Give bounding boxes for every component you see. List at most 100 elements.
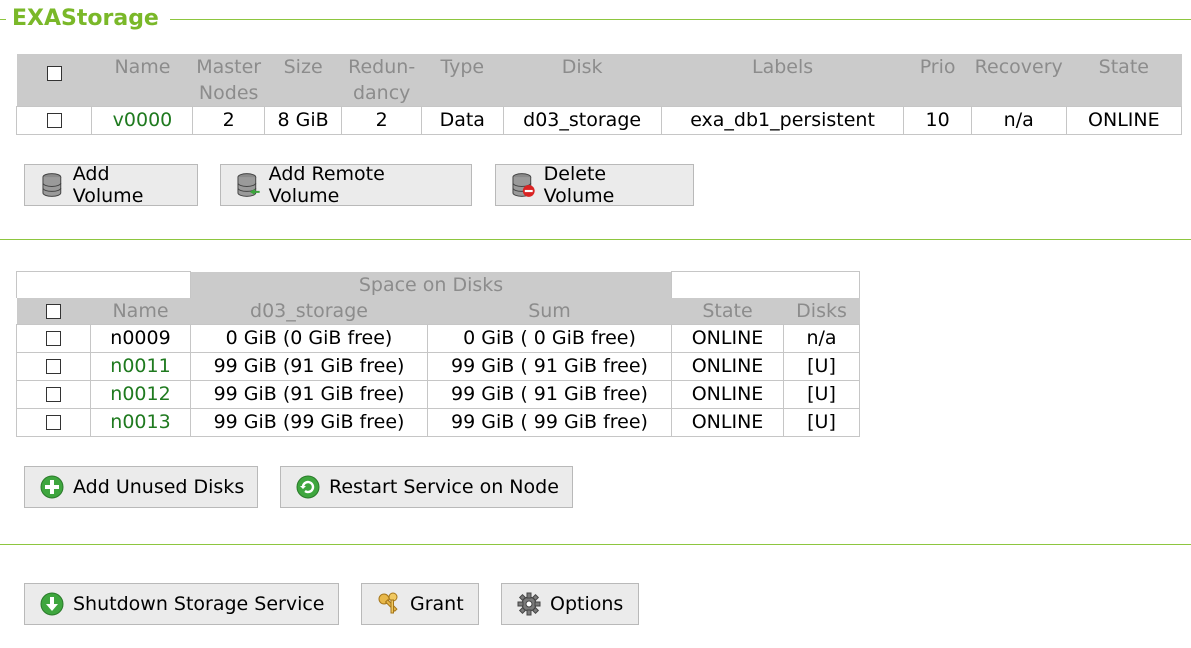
col-header-name: Name	[91, 54, 193, 107]
col-header-redundancy-line1: Redun-	[348, 56, 416, 78]
node-col-header-d03: d03_storage	[190, 297, 428, 324]
node-d03-space: 99 GiB (91 GiB free)	[190, 379, 428, 409]
gear-icon	[517, 592, 541, 616]
space-on-disks-caption: Space on Disks	[190, 271, 672, 298]
col-header-labels: Labels	[661, 54, 904, 107]
node-col-header-name: Name	[90, 297, 191, 324]
add-remote-volume-button[interactable]: Add Remote Volume	[220, 163, 472, 207]
legend-line-left	[0, 19, 6, 20]
add-volume-button[interactable]: Add Volume	[24, 163, 198, 207]
col-header-type: Type	[421, 54, 504, 107]
node-col-header-sum: Sum	[427, 297, 672, 324]
add-remote-volume-label: Add Remote Volume	[268, 163, 385, 207]
volume-labels: exa_db1_persistent	[660, 106, 905, 135]
volume-recovery: n/a	[970, 106, 1067, 135]
node-col-header-disks: Disks	[783, 297, 860, 324]
separator-1	[0, 239, 1191, 240]
select-all-nodes-checkbox[interactable]	[46, 303, 61, 319]
nodes-table: Space on Disks Name d03_storage Sum Stat…	[16, 271, 861, 437]
grant-label: Grant	[410, 593, 464, 615]
volumes-table: Name Master Nodes Size Redun-dancy Type D…	[15, 54, 1183, 135]
col-header-state: State	[1066, 54, 1182, 107]
node-disks: [U]	[783, 351, 861, 381]
node-d03-space: 99 GiB (91 GiB free)	[190, 351, 428, 381]
database-icon	[42, 173, 62, 197]
node-sum-space: 99 GiB ( 99 GiB free)	[426, 407, 673, 437]
node-checkbox[interactable]	[46, 358, 61, 374]
col-header-disk: Disk	[503, 54, 662, 107]
volume-select-cell	[15, 106, 93, 135]
node-sum-space: 99 GiB ( 91 GiB free)	[426, 379, 673, 409]
node-checkbox[interactable]	[46, 386, 61, 402]
volume-type: Data	[420, 106, 504, 135]
database-add-icon	[237, 173, 260, 197]
section-title: EXAStorage	[12, 6, 167, 31]
volume-master-nodes: 2	[192, 106, 265, 135]
volume-row: v0000 2 8 GiB 2 Data d03_storage exa_db1…	[15, 106, 1183, 135]
col-header-master-line2: Nodes	[198, 82, 259, 104]
volume-disk: d03_storage	[502, 106, 662, 135]
node-name-link[interactable]: n0013	[90, 407, 191, 437]
col-header-redundancy-line2: dancy	[352, 82, 411, 104]
delete-volume-button[interactable]: Delete Volume	[495, 163, 694, 207]
volume-name-link[interactable]: v0000	[91, 106, 194, 135]
node-select-cell	[16, 407, 91, 437]
database-delete-icon	[512, 173, 535, 197]
caption-spacer-left	[16, 271, 191, 298]
volume-redundancy: 2	[341, 106, 422, 135]
col-header-redundancy: Redun-dancy	[341, 54, 422, 107]
restart-icon	[296, 475, 320, 499]
node-row: n0009 0 GiB (0 GiB free) 0 GiB ( 0 GiB f…	[16, 323, 861, 353]
select-all-volumes-cell	[16, 54, 92, 107]
node-row: n0011 99 GiB (91 GiB free) 99 GiB ( 91 G…	[16, 351, 861, 381]
space-caption-row: Space on Disks	[16, 271, 861, 298]
node-select-cell	[16, 379, 91, 409]
node-disks: [U]	[783, 407, 861, 437]
node-disks: n/a	[783, 323, 861, 353]
node-state: ONLINE	[671, 379, 785, 409]
separator-2	[0, 544, 1191, 545]
select-all-volumes-checkbox[interactable]	[46, 66, 62, 81]
node-sum-space: 99 GiB ( 91 GiB free)	[426, 351, 673, 381]
node-sum-space: 0 GiB ( 0 GiB free)	[426, 323, 673, 353]
node-state: ONLINE	[671, 323, 785, 353]
options-label: Options	[550, 593, 624, 615]
add-volume-label: Add Volume	[72, 163, 144, 207]
options-button[interactable]: Options	[501, 583, 639, 625]
node-select-cell	[16, 323, 91, 353]
nodes-header-row: Name d03_storage Sum State Disks	[16, 297, 860, 324]
col-header-prio: Prio	[903, 54, 972, 107]
node-disks: [U]	[783, 379, 861, 409]
select-all-nodes-cell	[16, 297, 91, 324]
col-header-master-line1: Master	[196, 56, 262, 78]
node-state: ONLINE	[671, 407, 785, 437]
add-unused-disks-button[interactable]: Add Unused Disks	[24, 466, 258, 508]
keys-icon	[378, 592, 398, 614]
volume-state: ONLINE	[1065, 106, 1183, 135]
shutdown-storage-label: Shutdown Storage Service	[73, 593, 325, 615]
volume-prio: 10	[903, 106, 972, 135]
node-d03-space: 0 GiB (0 GiB free)	[190, 323, 428, 353]
restart-service-button[interactable]: Restart Service on Node	[280, 466, 573, 508]
node-col-header-state: State	[671, 297, 784, 324]
col-header-master-nodes: Master Nodes	[192, 54, 265, 107]
node-state: ONLINE	[671, 351, 785, 381]
legend-line-right	[170, 19, 1191, 20]
node-d03-space: 99 GiB (99 GiB free)	[190, 407, 428, 437]
volume-size: 8 GiB	[263, 106, 343, 135]
node-checkbox[interactable]	[46, 414, 61, 430]
node-select-cell	[16, 351, 91, 381]
node-checkbox[interactable]	[46, 330, 61, 346]
volumes-header-row: Name Master Nodes Size Redun-dancy Type D…	[16, 54, 1182, 107]
shutdown-arrow-icon	[40, 592, 64, 616]
restart-service-label: Restart Service on Node	[329, 476, 559, 498]
grant-button[interactable]: Grant	[361, 583, 479, 625]
node-name-link[interactable]: n0012	[90, 379, 191, 409]
delete-volume-label: Delete Volume	[543, 163, 615, 207]
add-unused-disks-label: Add Unused Disks	[73, 476, 245, 498]
node-row: n0013 99 GiB (99 GiB free) 99 GiB ( 99 G…	[16, 407, 861, 437]
volume-checkbox[interactable]	[46, 113, 62, 128]
caption-spacer-right	[671, 271, 861, 298]
shutdown-storage-button[interactable]: Shutdown Storage Service	[24, 583, 339, 625]
node-name-link[interactable]: n0011	[90, 351, 191, 381]
